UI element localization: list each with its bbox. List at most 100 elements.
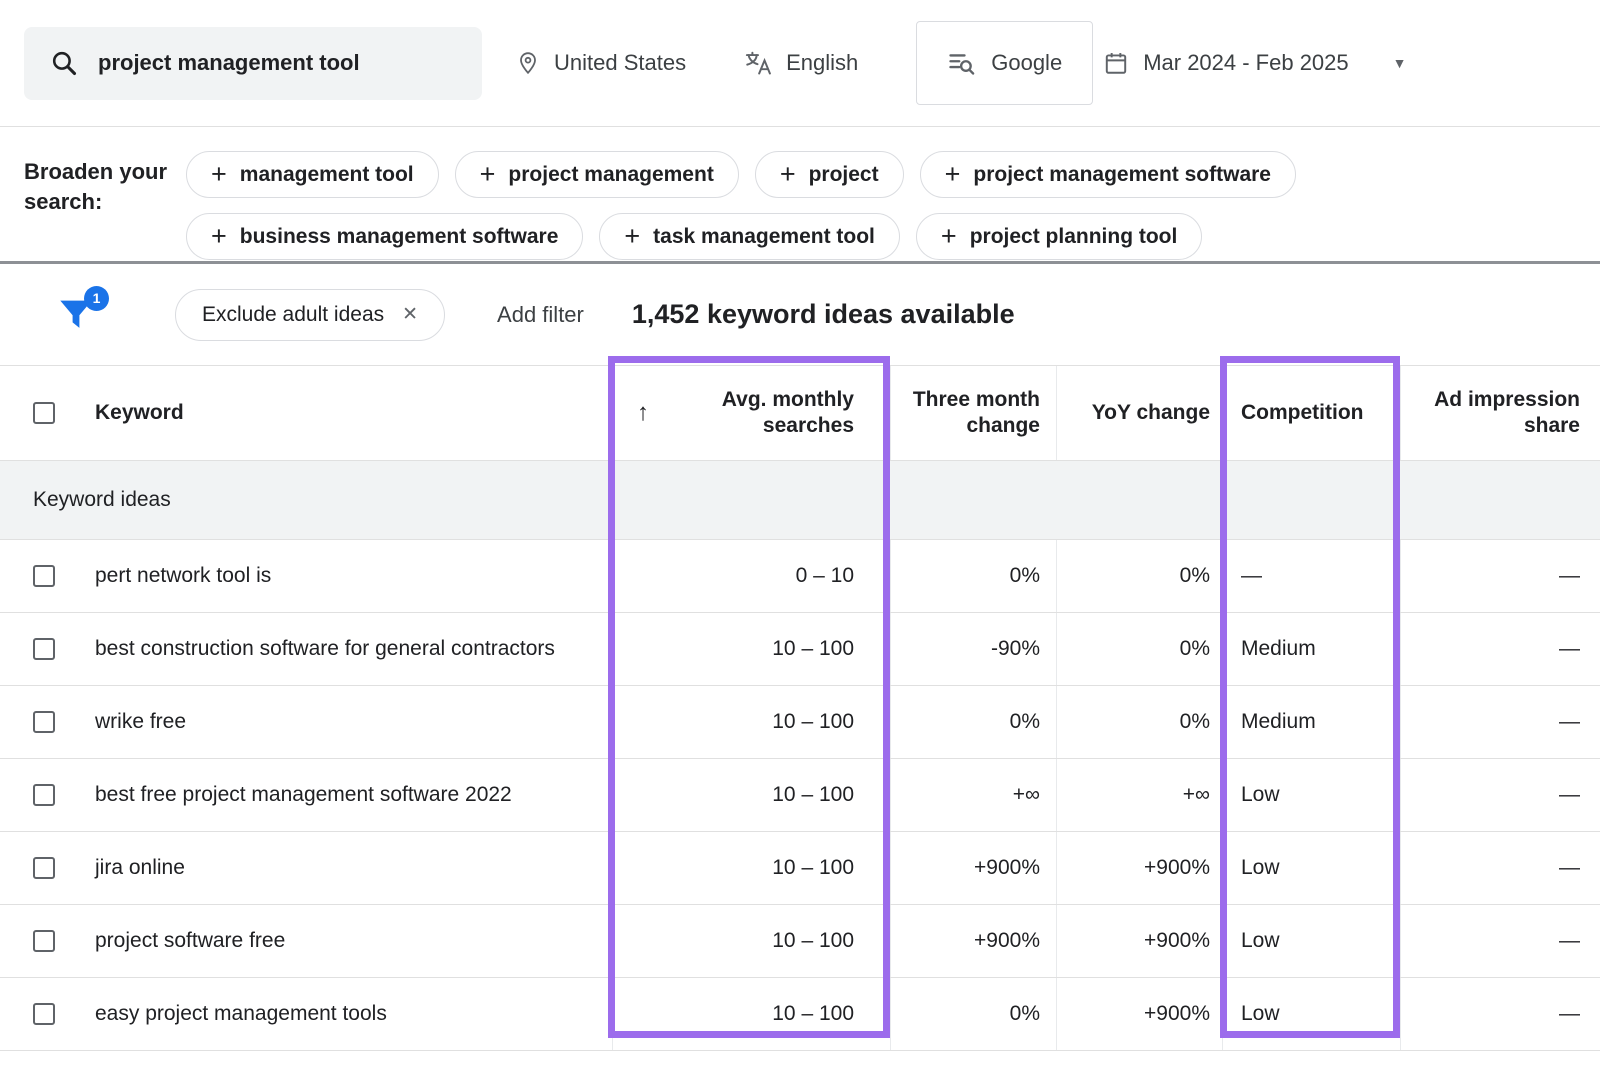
competition-cell: Medium — [1222, 613, 1400, 685]
three-month-change-cell: -90% — [890, 613, 1056, 685]
plus-icon: + — [780, 161, 796, 188]
avg-monthly-searches-cell: 10 – 100 — [612, 832, 890, 904]
filter-count-badge: 1 — [84, 286, 109, 311]
chip-label: task management tool — [653, 225, 875, 249]
broaden-chip-project-management-software[interactable]: + project management software — [920, 151, 1296, 198]
add-filter-button[interactable]: Add filter — [497, 302, 584, 328]
ad-impression-share-cell: — — [1400, 686, 1600, 758]
results-count: 1,452 keyword ideas available — [632, 299, 1015, 330]
yoy-change-cell: +∞ — [1056, 759, 1222, 831]
table-header-row: Keyword ↑ Avg. monthly searches Three mo… — [0, 366, 1600, 461]
row-checkbox[interactable] — [33, 1003, 55, 1025]
checkbox-cell — [0, 832, 70, 904]
keyword-search-box[interactable] — [24, 27, 482, 100]
broaden-search-label: Broaden your search: — [24, 151, 186, 241]
broaden-chip-project[interactable]: + project — [755, 151, 904, 198]
col-header-ad-impression-share[interactable]: Ad impression share — [1400, 366, 1600, 460]
yoy-change-cell: 0% — [1056, 686, 1222, 758]
keyword-cell: best free project management software 20… — [70, 759, 612, 831]
chip-label: business management software — [240, 225, 559, 249]
row-checkbox[interactable] — [33, 565, 55, 587]
col-header-yoy-change[interactable]: YoY change — [1056, 366, 1222, 460]
table-row: project software free 10 – 100 +900% +90… — [0, 905, 1600, 978]
keyword-cell: project software free — [70, 905, 612, 977]
select-all-cell — [0, 366, 70, 460]
avg-monthly-searches-cell: 10 – 100 — [612, 759, 890, 831]
sort-ascending-icon: ↑ — [637, 398, 649, 428]
col-header-three-month-change[interactable]: Three month change — [890, 366, 1056, 460]
caret-down-icon: ▼ — [1393, 55, 1407, 71]
broaden-chip-management-tool[interactable]: + management tool — [186, 151, 439, 198]
yoy-change-cell: +900% — [1056, 832, 1222, 904]
col-header-avg-monthly-searches[interactable]: ↑ Avg. monthly searches — [612, 366, 890, 460]
three-month-change-cell: 0% — [890, 978, 1056, 1050]
exclude-chip-label: Exclude adult ideas — [202, 303, 384, 327]
yoy-change-cell: +900% — [1056, 978, 1222, 1050]
keyword-cell: easy project management tools — [70, 978, 612, 1050]
checkbox-cell — [0, 978, 70, 1050]
search-input[interactable] — [98, 50, 456, 76]
keyword-ideas-table: Keyword ↑ Avg. monthly searches Three mo… — [0, 365, 1600, 1051]
avg-header-label: Avg. monthly searches — [649, 387, 854, 440]
checkbox-cell — [0, 540, 70, 612]
network-label: Google — [991, 50, 1062, 76]
row-checkbox[interactable] — [33, 857, 55, 879]
plus-icon: + — [941, 223, 957, 250]
avg-monthly-searches-cell: 10 – 100 — [612, 978, 890, 1050]
row-checkbox[interactable] — [33, 930, 55, 952]
broaden-chip-project-management[interactable]: + project management — [455, 151, 739, 198]
exclude-adult-ideas-chip[interactable]: Exclude adult ideas ✕ — [175, 289, 445, 341]
competition-cell: Low — [1222, 759, 1400, 831]
location-label: United States — [554, 50, 686, 76]
checkbox-cell — [0, 686, 70, 758]
search-icon — [50, 49, 78, 77]
close-icon[interactable]: ✕ — [402, 303, 418, 326]
plus-icon: + — [624, 223, 640, 250]
broaden-chip-business-management-software[interactable]: + business management software — [186, 213, 583, 260]
table-row: wrike free 10 – 100 0% 0% Medium — — [0, 686, 1600, 759]
keyword-ideas-section-row: Keyword ideas — [0, 461, 1600, 540]
table-row: easy project management tools 10 – 100 0… — [0, 978, 1600, 1051]
yoy-change-cell: 0% — [1056, 613, 1222, 685]
col-header-competition[interactable]: Competition — [1222, 366, 1400, 460]
competition-cell: Low — [1222, 978, 1400, 1050]
network-selector[interactable]: Google — [916, 21, 1093, 105]
ad-impression-share-cell: — — [1400, 759, 1600, 831]
chip-label: management tool — [240, 163, 414, 187]
competition-cell: Medium — [1222, 686, 1400, 758]
table-row: best free project management software 20… — [0, 759, 1600, 832]
row-checkbox[interactable] — [33, 784, 55, 806]
date-range-selector[interactable]: Mar 2024 - Feb 2025 ▼ — [1103, 49, 1406, 77]
table-row: pert network tool is 0 – 10 0% 0% — — — [0, 540, 1600, 613]
chip-label: project management software — [973, 163, 1271, 187]
chip-label: project management — [508, 163, 713, 187]
three-month-change-cell: +∞ — [890, 759, 1056, 831]
chip-label: project planning tool — [970, 225, 1178, 249]
broaden-chip-project-planning-tool[interactable]: + project planning tool — [916, 213, 1202, 260]
ad-impression-share-cell: — — [1400, 540, 1600, 612]
language-selector[interactable]: English — [744, 49, 858, 77]
select-all-checkbox[interactable] — [33, 402, 55, 424]
three-month-change-cell: 0% — [890, 686, 1056, 758]
plus-icon: + — [945, 161, 961, 188]
filter-funnel-button[interactable]: 1 — [57, 298, 95, 332]
keyword-cell: pert network tool is — [70, 540, 612, 612]
competition-cell: Low — [1222, 905, 1400, 977]
broaden-chip-list: + management tool + project management +… — [186, 151, 1576, 241]
plus-icon: + — [211, 161, 227, 188]
keyword-cell: wrike free — [70, 686, 612, 758]
row-checkbox[interactable] — [33, 638, 55, 660]
broaden-chip-task-management-tool[interactable]: + task management tool — [599, 213, 900, 260]
plus-icon: + — [480, 161, 496, 188]
table-row: jira online 10 – 100 +900% +900% Low — — [0, 832, 1600, 905]
translate-icon — [744, 49, 772, 77]
table-row: best construction software for general c… — [0, 613, 1600, 686]
ad-impression-share-cell: — — [1400, 978, 1600, 1050]
location-selector[interactable]: United States — [516, 49, 686, 77]
row-checkbox[interactable] — [33, 711, 55, 733]
filter-bar: 1 Exclude adult ideas ✕ Add filter 1,452… — [0, 264, 1600, 365]
three-month-change-cell: +900% — [890, 905, 1056, 977]
chip-label: project — [809, 163, 879, 187]
col-header-keyword[interactable]: Keyword — [70, 366, 612, 460]
avg-monthly-searches-cell: 10 – 100 — [612, 905, 890, 977]
